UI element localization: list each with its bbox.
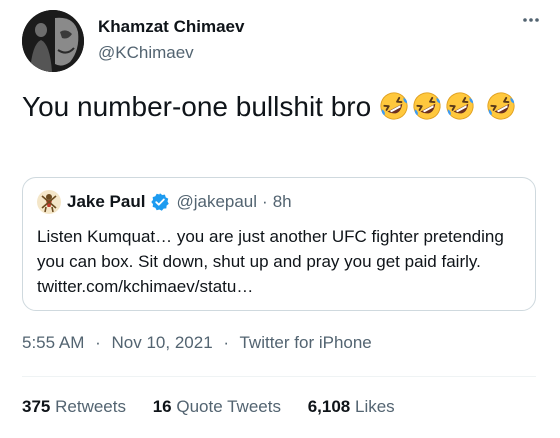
- tweet-card: Khamzat Chimaev @KChimaev You number-one…: [0, 0, 560, 438]
- quoted-timestamp[interactable]: 8h: [273, 192, 292, 212]
- quoted-tweet-header: Jake Paul @jakepaul · 8h: [37, 190, 292, 214]
- quoted-tweet-text: Listen Kumquat… you are just another UFC…: [37, 227, 504, 296]
- more-options-icon[interactable]: [516, 10, 546, 30]
- tweet-stats: 375 Retweets 16 Quote Tweets 6,108 Likes: [22, 397, 417, 417]
- tweet-date[interactable]: Nov 10, 2021: [112, 333, 213, 352]
- rolling-on-floor-laughing-icon: [412, 91, 442, 121]
- quoted-author-avatar[interactable]: [37, 190, 61, 214]
- rolling-on-floor-laughing-icon: [486, 91, 516, 121]
- tweet-source[interactable]: Twitter for iPhone: [239, 333, 371, 352]
- quoted-separator: ·: [262, 192, 268, 211]
- rolling-on-floor-laughing-icon: [379, 91, 409, 121]
- likes-stat[interactable]: 6,108 Likes: [308, 397, 395, 417]
- quoted-tweet[interactable]: Jake Paul @jakepaul · 8h Listen Kumquat……: [22, 177, 536, 311]
- quote-tweets-label: Quote Tweets: [176, 397, 281, 416]
- quoted-author-name[interactable]: Jake Paul: [67, 192, 145, 212]
- rolling-on-floor-laughing-icon: [445, 91, 475, 121]
- quote-tweets-count: 16: [152, 397, 172, 416]
- meta-separator: ·: [95, 333, 101, 352]
- likes-count: 6,108: [307, 397, 351, 416]
- author-display-name[interactable]: Khamzat Chimaev: [98, 17, 244, 37]
- tweet-metadata: 5:55 AM · Nov 10, 2021 · Twitter for iPh…: [22, 333, 372, 353]
- tweet-text: You number-one bullshit bro: [22, 88, 537, 126]
- likes-label: Likes: [354, 397, 395, 416]
- quoted-author-handle[interactable]: @jakepaul: [176, 192, 257, 212]
- tweet-text-content: You number-one bullshit bro: [22, 91, 372, 122]
- author-handle[interactable]: @KChimaev: [98, 43, 244, 63]
- quote-tweets-stat[interactable]: 16 Quote Tweets: [153, 397, 281, 417]
- author-info: Khamzat Chimaev @KChimaev: [98, 17, 244, 63]
- divider: [22, 376, 536, 377]
- author-avatar[interactable]: [22, 10, 84, 72]
- retweets-label: Retweets: [55, 397, 126, 416]
- retweets-count: 375: [22, 397, 51, 416]
- verified-badge-icon: [151, 193, 170, 211]
- tweet-time[interactable]: 5:55 AM: [22, 333, 84, 352]
- meta-separator: ·: [223, 333, 230, 352]
- retweets-stat[interactable]: 375 Retweets: [22, 397, 126, 417]
